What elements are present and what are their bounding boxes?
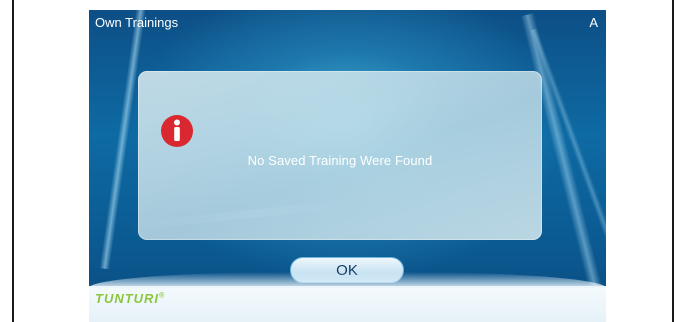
frame-border-left [12, 0, 14, 322]
brand-name: TUNTURI [95, 291, 160, 306]
tunturi-logo: TUNTURI® [95, 291, 165, 306]
user-indicator: A [589, 15, 598, 30]
message-dialog: No Saved Training Were Found [138, 71, 542, 240]
info-icon [161, 115, 193, 147]
brand-registered-mark: ® [159, 292, 166, 300]
frame-border-right [672, 0, 674, 322]
footer-bar: TUNTURI® [89, 272, 606, 322]
dialog-message: No Saved Training Were Found [247, 153, 433, 168]
screen-title: Own Trainings [95, 15, 179, 30]
device-screen: Own Trainings A No Saved Training Were F… [89, 10, 606, 322]
